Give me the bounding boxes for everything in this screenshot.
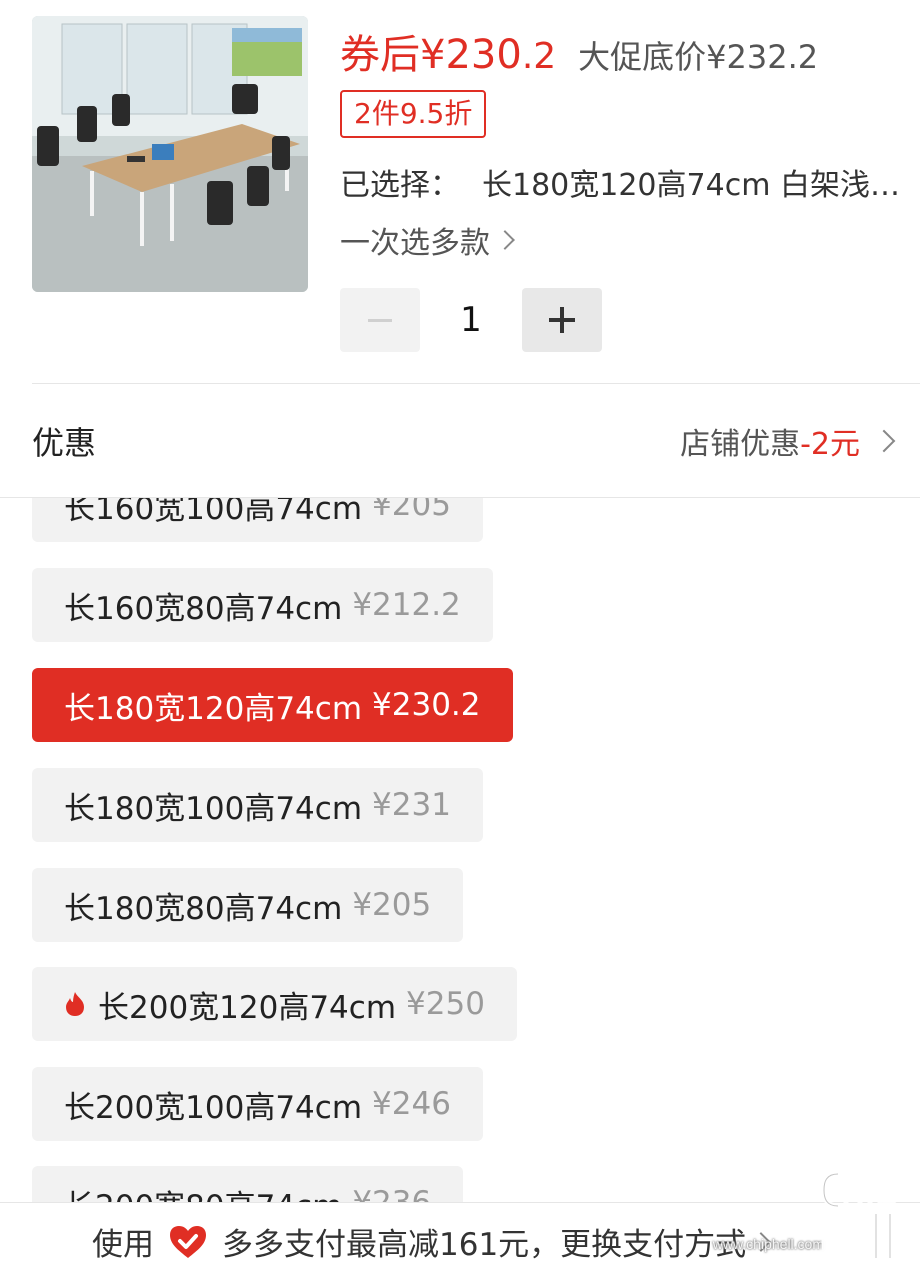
spec-option-selected[interactable]: 长180宽120高74cm ¥230.2 [32, 668, 513, 742]
price-prefix: 券后 [340, 32, 420, 78]
coupon-price: 券后¥230.2 [340, 22, 556, 80]
selected-spec: 已选择： 长180宽120高74cm 白架浅橡木色 [340, 160, 900, 204]
spec-option-label: 长200宽100高74cm [64, 1089, 363, 1126]
spec-option-price: ¥205 [352, 887, 432, 923]
spec-option[interactable]: 长200宽120高74cm ¥250 [32, 967, 517, 1041]
spec-option-label: 长180宽80高74cm [64, 890, 343, 927]
product-image[interactable] [32, 16, 308, 292]
increment-button[interactable] [522, 288, 602, 352]
price-currency: ¥ [420, 32, 446, 78]
promotion-label: 优惠 [32, 424, 97, 462]
promotion-amount: -2元 [800, 427, 860, 462]
quantity-stepper: 1 [340, 288, 602, 352]
promotion-row[interactable]: 优惠 店铺优惠 -2元 [0, 384, 920, 498]
conference-table-photo [32, 16, 308, 292]
spec-option-price: ¥236 [352, 1185, 431, 1202]
spec-option-label: 长200宽80高74cm [64, 1181, 342, 1203]
watermark-url: www.chiphell.com [712, 1236, 824, 1252]
spec-option-price: ¥246 [372, 1086, 451, 1122]
plus-icon [549, 307, 575, 333]
spec-option-label: 长180宽120高74cm [64, 690, 363, 727]
chevron-right-icon [872, 429, 896, 453]
spec-option-price: ¥212.2 [352, 587, 461, 623]
payment-use-label: 使用 [92, 1227, 154, 1263]
promotion-value: 店铺优惠 -2元 [680, 419, 896, 463]
spec-options-list[interactable]: 长160宽100高74cm ¥205 长160宽80高74cm ¥212.2 长18… [0, 498, 920, 1202]
spec-option-price: ¥230.2 [372, 687, 481, 723]
minus-icon [368, 318, 392, 322]
spec-option-label: 长160宽100高74cm [64, 498, 363, 527]
price-row: 券后¥230.2 大促底价¥232.2 [340, 22, 818, 80]
spec-option-price: ¥205 [372, 498, 451, 523]
spec-option[interactable]: 长160宽100高74cm ¥205 [32, 498, 483, 542]
chevron-right-icon [495, 230, 515, 250]
chiphell-logo-watermark [821, 1163, 901, 1261]
spec-option[interactable]: 长200宽100高74cm ¥246 [32, 1067, 483, 1141]
spec-option-label: 长200宽120高74cm [98, 989, 397, 1026]
spec-option-price: ¥250 [406, 986, 485, 1022]
spec-option[interactable]: 长200宽80高74cm ¥236 [32, 1166, 464, 1203]
promo-floor-price: 大促底价¥232.2 [578, 38, 819, 76]
spec-option[interactable]: 长180宽80高74cm ¥205 [32, 868, 464, 942]
price-integer: 230 [445, 32, 522, 78]
hot-flame-icon [66, 992, 84, 1016]
spec-option-label: 长160宽80高74cm [64, 590, 343, 627]
discount-tag: 2件9.5折 [340, 90, 487, 138]
heart-check-pay-icon [170, 1225, 206, 1258]
selected-label: 已选择： [340, 168, 460, 203]
quantity-value: 1 [460, 300, 482, 340]
multi-select-link[interactable]: 一次选多款 [340, 218, 515, 262]
spec-option[interactable]: 长160宽80高74cm ¥212.2 [32, 568, 493, 642]
price-decimal: .2 [521, 36, 557, 77]
spec-option[interactable]: 长180宽100高74cm ¥231 [32, 768, 483, 842]
payment-bar-text: 多多支付最高减161元，更换支付方式 [222, 1227, 747, 1263]
spec-option-label: 长180宽100高74cm [64, 790, 363, 827]
selected-value: 长180宽120高74cm 白架浅橡木色 [482, 168, 900, 203]
spec-option-price: ¥231 [372, 787, 451, 823]
multi-select-label: 一次选多款 [340, 226, 490, 261]
promotion-value-prefix: 店铺优惠 [680, 427, 801, 462]
decrement-button[interactable] [340, 288, 420, 352]
